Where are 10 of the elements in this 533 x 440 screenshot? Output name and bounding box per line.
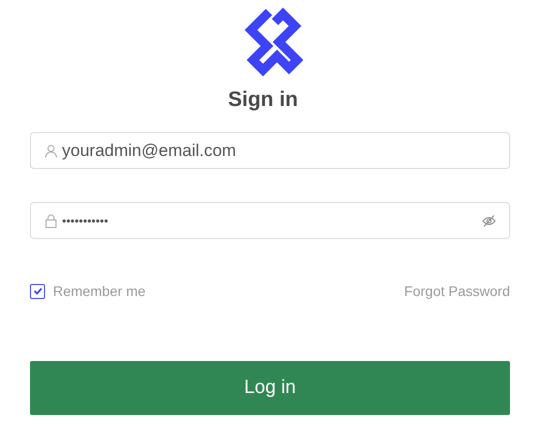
page-title: Sign in bbox=[228, 88, 298, 112]
user-icon bbox=[44, 144, 58, 158]
remember-checkbox[interactable] bbox=[30, 284, 45, 298]
checkbox-label: Remember me bbox=[53, 283, 146, 299]
lock-icon bbox=[44, 214, 58, 228]
check-icon bbox=[32, 286, 42, 296]
eye-slash-icon[interactable] bbox=[482, 214, 496, 228]
password-field[interactable]: ••••••••••• bbox=[30, 202, 510, 239]
email-field[interactable]: youradmin@email.com bbox=[30, 132, 510, 169]
login-button[interactable]: Log in bbox=[30, 361, 510, 415]
